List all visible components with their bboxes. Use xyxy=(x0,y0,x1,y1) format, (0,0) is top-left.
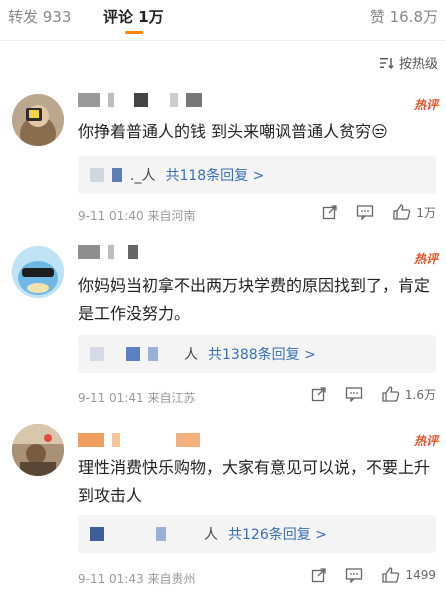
reply-username: 人 xyxy=(184,347,198,363)
tab-likes[interactable]: 赞 16.8万 xyxy=(370,6,438,27)
comment-icon xyxy=(345,387,363,402)
like-count: 1.6万 xyxy=(404,387,436,402)
reply-avatars-redacted xyxy=(90,168,122,182)
sort-label: 按热级 xyxy=(398,57,438,72)
share-button[interactable] xyxy=(322,204,338,220)
share-button[interactable] xyxy=(311,567,327,583)
comment-button[interactable] xyxy=(356,204,374,220)
reply-username: 人 xyxy=(204,527,218,543)
sort-icon xyxy=(379,57,394,69)
like-button[interactable]: 1499 xyxy=(381,566,436,584)
share-button[interactable] xyxy=(311,386,327,402)
thumbs-up-icon xyxy=(382,567,400,583)
tab-repost[interactable]: 转发 933 xyxy=(8,6,71,27)
like-button[interactable]: 1.6万 xyxy=(381,385,436,403)
comment-timestamp: 9-11 01:40 来自河南 xyxy=(78,209,196,223)
like-count: 1499 xyxy=(405,568,436,582)
reply-summary[interactable]: 人 共1388条回复 > xyxy=(78,335,436,373)
comment-timestamp: 9-11 01:43 来自贵州 xyxy=(78,572,196,586)
avatar-image xyxy=(12,246,64,298)
avatar-image xyxy=(12,94,64,146)
username-redacted[interactable] xyxy=(78,244,138,260)
comment-actions: 1.6万 xyxy=(311,385,436,403)
avatar-image xyxy=(12,424,64,476)
comment-timestamp: 9-11 01:41 来自江苏 xyxy=(78,391,196,405)
divider xyxy=(0,40,446,41)
share-icon xyxy=(312,568,327,583)
share-icon xyxy=(311,387,326,402)
like-count: 1万 xyxy=(416,205,436,220)
top-tabs: 转发 933 评论 1万 赞 16.8万 xyxy=(0,0,446,40)
comment-text: 你妈妈当初拿不出两万块学费的原因找到了，肯定是工作没努力。 xyxy=(78,276,431,323)
avatar[interactable] xyxy=(12,94,64,146)
comment-text: 理性消费快乐购物，大家有意见可以说，不要上升到攻击人 xyxy=(78,458,431,505)
view-replies-link[interactable]: 共1388条回复 > xyxy=(208,344,316,364)
reply-summary[interactable]: 人 共126条回复 > xyxy=(78,515,436,553)
view-replies-link[interactable]: 共118条回复 > xyxy=(165,165,264,185)
avatar[interactable] xyxy=(12,246,64,298)
comment-button[interactable] xyxy=(345,567,363,583)
comment-actions: 1万 xyxy=(322,203,436,221)
comment-text: 你挣着普通人的钱 到头来嘲讽普通人贫穷😒 xyxy=(78,122,388,141)
hot-comment-badge: 热评 xyxy=(413,98,438,112)
username-redacted[interactable] xyxy=(78,92,202,108)
like-button[interactable]: 1万 xyxy=(392,203,436,221)
comment-icon xyxy=(346,568,363,583)
view-replies-link[interactable]: 共126条回复 > xyxy=(228,524,327,544)
hot-comment-badge: 热评 xyxy=(413,434,438,448)
sort-button[interactable]: 按热级 xyxy=(379,53,438,72)
username-redacted[interactable] xyxy=(78,432,200,448)
share-icon xyxy=(323,205,338,220)
reply-avatars-redacted xyxy=(90,347,158,361)
reply-summary[interactable]: ._人 共118条回复 > xyxy=(78,156,436,194)
avatar[interactable] xyxy=(12,424,64,476)
thumbs-up-icon xyxy=(393,204,411,220)
thumbs-up-icon xyxy=(382,386,400,402)
tab-comments[interactable]: 评论 1万 xyxy=(103,6,164,27)
hot-comment-badge: 热评 xyxy=(413,252,438,266)
comment-actions: 1499 xyxy=(311,566,436,584)
reply-avatars-redacted xyxy=(90,527,166,541)
comment-icon xyxy=(357,205,374,220)
reply-username: ._人 xyxy=(130,168,156,184)
comment-button[interactable] xyxy=(345,386,363,402)
active-tab-indicator xyxy=(125,31,143,34)
